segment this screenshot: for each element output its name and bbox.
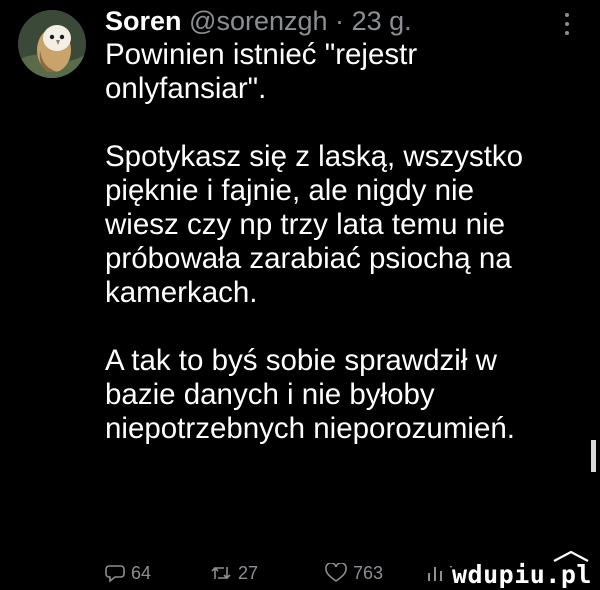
tweet-text: Powinien istnieć "rejestr onlyfansiar". …: [105, 38, 585, 446]
author-name[interactable]: Soren: [105, 6, 182, 36]
avatar[interactable]: [18, 10, 86, 78]
tweet-paragraph: Spotykasz się z laską, wszystko pięknie …: [105, 140, 524, 309]
reply-count: 64: [131, 562, 152, 583]
owl-avatar-image: [18, 10, 86, 78]
like-count: 763: [353, 562, 384, 583]
meta-separator: ·: [335, 6, 345, 36]
tweet-header: Soren @sorenzgh · 23 g.: [105, 4, 412, 38]
scrollbar-thumb[interactable]: [591, 440, 596, 472]
bar-chart-icon: [428, 567, 442, 581]
watermark-text: wdupiu.pl: [452, 560, 592, 589]
retweet-button[interactable]: 27: [210, 558, 258, 588]
retweet-count: 27: [238, 562, 259, 583]
tweet-time[interactable]: 23 g.: [352, 6, 412, 36]
speech-bubble-icon: [105, 565, 125, 583]
reply-button[interactable]: 64: [105, 558, 151, 588]
watermark: wdupiu.pl: [452, 550, 600, 590]
tweet-paragraph: Powinien istnieć "rejestr onlyfansiar".: [105, 38, 418, 105]
tweet-paragraph: A tak to byś sobie sprawdził w bazie dan…: [105, 344, 515, 445]
like-button[interactable]: 763: [325, 558, 383, 588]
author-handle[interactable]: @sorenzgh: [189, 6, 327, 36]
retweet-icon: [211, 566, 231, 580]
heart-icon: [325, 563, 347, 582]
more-vertical-icon[interactable]: [560, 10, 574, 38]
